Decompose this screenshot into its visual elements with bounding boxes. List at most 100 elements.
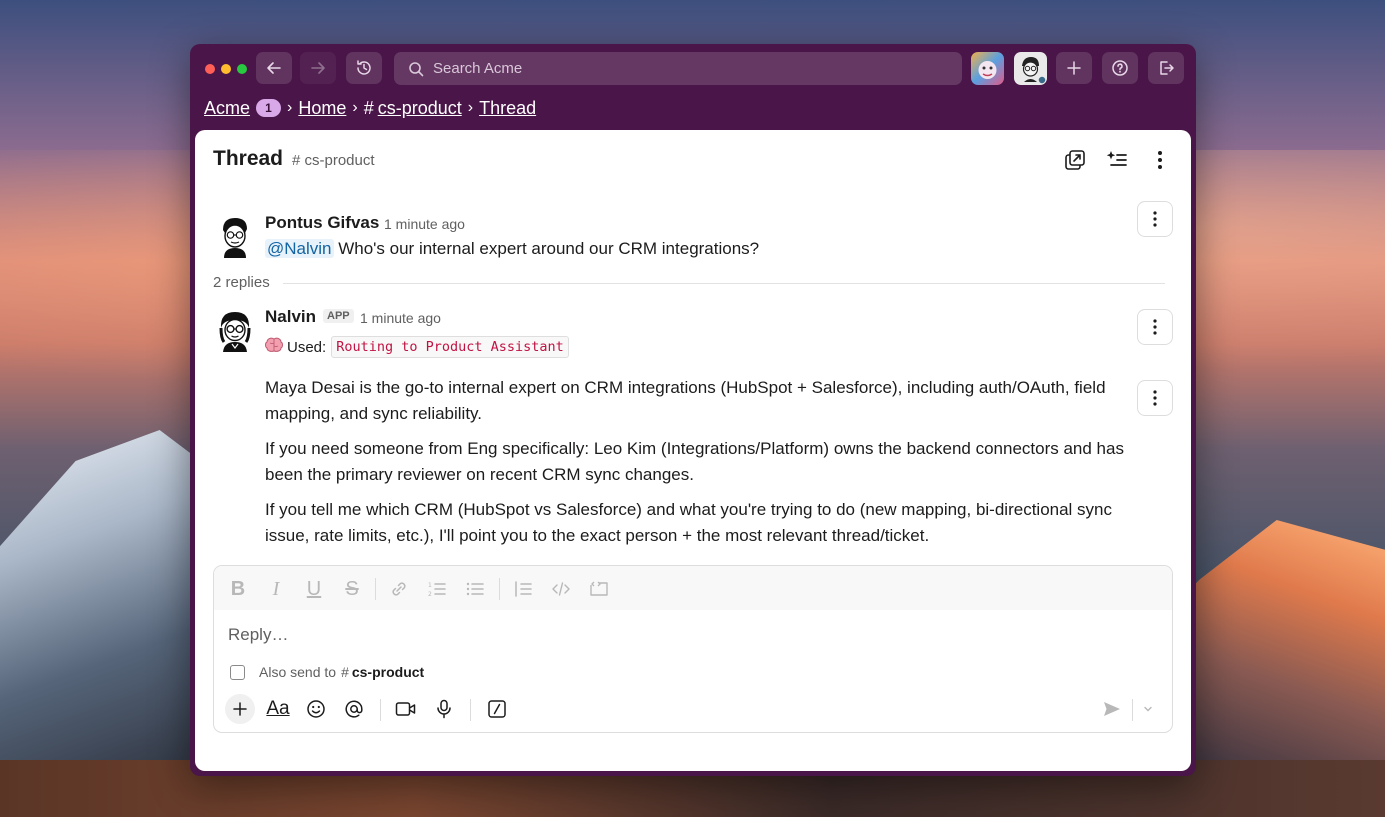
arrow-right-icon: [311, 62, 325, 74]
numbered-list-icon[interactable]: 12: [425, 577, 449, 601]
zoom-window-button[interactable]: [237, 64, 247, 74]
arrow-left-icon: [267, 62, 281, 74]
workspace-logo-icon: [978, 61, 997, 79]
replies-count: 2 replies: [213, 274, 270, 291]
breadcrumb-channel[interactable]: cs-product: [378, 98, 462, 119]
send-options-button[interactable]: [1133, 694, 1163, 724]
strikethrough-icon[interactable]: S: [340, 577, 364, 601]
user-avatar[interactable]: [1014, 52, 1047, 85]
app-window: Acme 1 › Home › # cs-product › Thread Th…: [190, 44, 1196, 776]
help-button[interactable]: [1102, 52, 1138, 84]
used-label: Used:: [287, 338, 327, 356]
more-options-button[interactable]: [1146, 146, 1174, 174]
reply-composer: B I U S 12 Reply… Also send to # cs-prod…: [213, 565, 1173, 733]
bullet-list-icon[interactable]: [463, 577, 487, 601]
message-more-button[interactable]: [1137, 309, 1173, 345]
reply-input[interactable]: [228, 622, 1128, 648]
plus-icon: [233, 702, 247, 716]
message-paragraph: If you need someone from Eng specificall…: [265, 439, 1124, 484]
send-icon: [1104, 702, 1120, 716]
user-mention[interactable]: @Nalvin: [265, 239, 334, 258]
chevron-right-icon: ›: [287, 99, 293, 116]
message-body: Who's our internal expert around our CRM…: [333, 239, 760, 258]
titlebar: [190, 44, 1196, 94]
shortcuts-button[interactable]: [482, 694, 512, 724]
microphone-icon: [437, 699, 451, 719]
plus-icon: [1067, 61, 1081, 75]
also-send-checkbox[interactable]: [230, 664, 245, 680]
page-title: Thread: [213, 147, 284, 170]
message-author[interactable]: Nalvin: [265, 307, 316, 327]
link-icon[interactable]: [387, 577, 411, 601]
open-in-window-button[interactable]: [1061, 146, 1089, 174]
workspace-avatar[interactable]: [971, 52, 1004, 85]
back-button[interactable]: [256, 52, 292, 84]
avatar[interactable]: [215, 214, 255, 258]
code-block-icon[interactable]: [587, 577, 611, 601]
blockquote-icon[interactable]: [511, 577, 535, 601]
message-paragraph: Maya Desai is the go-to internal expert …: [265, 378, 1106, 423]
help-icon: [1112, 60, 1128, 76]
tool-name-code: Routing to Product Assistant: [331, 336, 569, 358]
breadcrumb-thread[interactable]: Thread: [479, 98, 536, 119]
sign-out-button[interactable]: [1148, 52, 1184, 84]
also-send-label: Also send to: [259, 664, 337, 680]
video-clip-button[interactable]: [391, 694, 421, 724]
message-paragraph: If you tell me which CRM (HubSpot vs Sal…: [265, 500, 1113, 545]
video-camera-icon: [395, 702, 416, 716]
kebab-icon: [1153, 319, 1157, 335]
message-more-button[interactable]: [1137, 201, 1173, 237]
kebab-icon: [1153, 211, 1157, 227]
formatting-toggle-button[interactable]: Aa: [263, 694, 293, 724]
also-send-channel: cs-product: [351, 664, 425, 680]
toolbar-divider: [470, 699, 471, 721]
search-bar[interactable]: [394, 52, 962, 85]
italic-icon[interactable]: I: [264, 577, 288, 601]
breadcrumb-home[interactable]: Home: [298, 98, 346, 119]
minimize-window-button[interactable]: [221, 64, 231, 74]
popout-icon: [1065, 150, 1085, 170]
sparkle-list-icon: [1106, 151, 1127, 166]
code-icon[interactable]: [549, 577, 573, 601]
history-icon: [357, 60, 371, 75]
header-channel[interactable]: # cs-product: [292, 152, 375, 169]
close-window-button[interactable]: [205, 64, 215, 74]
new-button[interactable]: [1056, 52, 1092, 84]
search-icon: [409, 61, 424, 76]
sign-out-icon: [1160, 61, 1174, 75]
search-input[interactable]: [433, 60, 933, 77]
audio-clip-button[interactable]: [429, 694, 459, 724]
attach-button[interactable]: [225, 694, 255, 724]
user-face-icon: [1022, 57, 1047, 85]
chevron-down-icon: [1144, 706, 1152, 712]
toolbar-divider: [380, 699, 381, 721]
emoji-button[interactable]: [301, 694, 331, 724]
slash-command-icon: [488, 700, 506, 718]
bold-icon[interactable]: B: [226, 577, 250, 601]
unread-badge: 1: [256, 99, 282, 117]
underline-icon[interactable]: U: [302, 577, 326, 601]
pontus-avatar-icon: [223, 218, 247, 258]
message-time[interactable]: 1 minute ago: [384, 216, 465, 232]
tool-used-line: Used: Routing to Product Assistant: [265, 336, 569, 358]
mention-button[interactable]: [339, 694, 369, 724]
toolbar-divider: [375, 578, 376, 600]
message-text: @Nalvin Who's our internal expert around…: [265, 236, 759, 262]
send-button[interactable]: [1097, 694, 1127, 724]
breadcrumb-workspace[interactable]: Acme: [204, 98, 250, 119]
forward-button[interactable]: [300, 52, 336, 84]
toolbar-divider: [499, 578, 500, 600]
chevron-right-icon: ›: [352, 99, 358, 116]
ai-summary-button[interactable]: [1103, 146, 1131, 174]
breadcrumb: Acme 1 › Home › # cs-product › Thread: [204, 96, 536, 120]
message-time[interactable]: 1 minute ago: [360, 310, 441, 326]
nalvin-avatar-icon: [219, 312, 251, 352]
avatar[interactable]: [215, 308, 255, 352]
message-author[interactable]: Pontus Gifvas: [265, 213, 379, 233]
brain-icon: [265, 337, 283, 357]
message-more-button[interactable]: [1137, 380, 1173, 416]
emoji-icon: [307, 700, 325, 718]
history-button[interactable]: [346, 52, 382, 84]
also-send-option[interactable]: Also send to # cs-product: [230, 664, 424, 680]
kebab-icon: [1153, 390, 1157, 406]
